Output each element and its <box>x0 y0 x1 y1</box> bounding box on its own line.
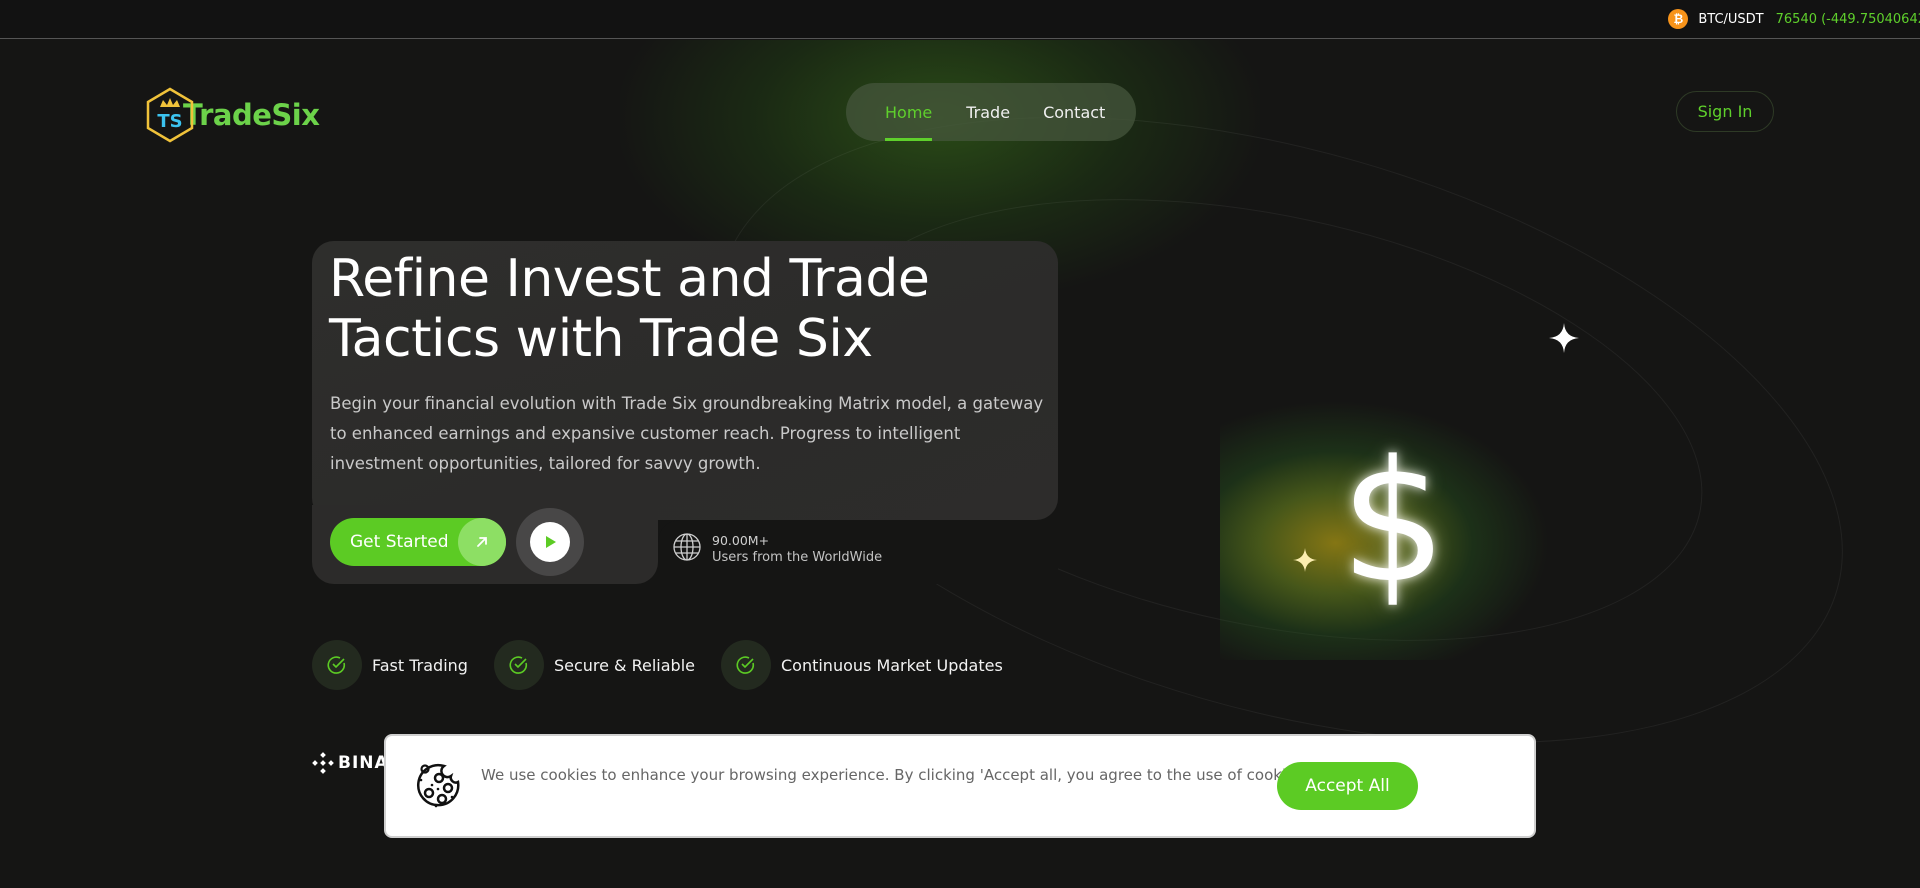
sparkle-icon <box>1548 322 1580 358</box>
partner-logo-binance: BINA <box>312 752 389 774</box>
svg-text:TS: TS <box>157 111 182 132</box>
bitcoin-icon: ₿ <box>1668 9 1689 29</box>
user-stats: 90.00M+ Users from the WorldWide <box>672 532 882 566</box>
feature-list: Fast Trading Secure & Reliable Continuou… <box>312 640 1029 690</box>
stats-label: Users from the WorldWide <box>712 550 883 565</box>
get-started-button[interactable]: Get Started <box>330 518 506 566</box>
accept-all-button[interactable]: Accept All <box>1277 762 1418 810</box>
cookie-banner: We use cookies to enhance your browsing … <box>384 734 1536 838</box>
logo-text: TradeSix <box>183 98 320 132</box>
ticker-price: 76540 (-449.75040642 <box>1775 11 1920 27</box>
logo[interactable]: TS TradeSix <box>145 87 320 143</box>
nav-trade[interactable]: Trade <box>966 83 1010 141</box>
hero-description: Begin your financial evolution with Trad… <box>330 394 1044 473</box>
nav-contact[interactable]: Contact <box>1043 83 1105 141</box>
binance-icon <box>312 752 338 774</box>
hero-title-line-1: Refine Invest and Trade <box>329 249 930 309</box>
globe-icon <box>672 532 702 566</box>
sparkle-icon <box>1292 547 1318 577</box>
check-circle-icon <box>720 640 771 690</box>
play-video-button[interactable] <box>516 508 584 576</box>
play-icon <box>530 522 570 562</box>
sign-in-button[interactable]: Sign In <box>1676 91 1774 132</box>
cookie-icon <box>412 760 464 816</box>
nav-home[interactable]: Home <box>885 83 933 141</box>
get-started-label: Get Started <box>350 532 449 552</box>
feature-label: Secure & Reliable <box>553 655 695 675</box>
arrow-up-right-icon <box>458 518 506 566</box>
price-ticker: ₿ BTC/USDT 76540 (-449.75040642 <box>0 0 1920 39</box>
logo-hexagon-icon: TS <box>145 87 195 143</box>
cookie-message: We use cookies to enhance your browsing … <box>481 766 1308 784</box>
partner-name: BINA <box>338 753 389 773</box>
feature-item: Continuous Market Updates <box>720 640 1003 690</box>
feature-item: Fast Trading <box>312 640 468 690</box>
feature-item: Secure & Reliable <box>493 640 695 690</box>
hero-title-line-2: Tactics with Trade Six <box>329 309 873 369</box>
ticker-pair: BTC/USDT <box>1698 11 1764 27</box>
feature-label: Continuous Market Updates <box>780 655 1003 675</box>
check-circle-icon <box>493 640 544 690</box>
hero-title: Refine Invest and Trade Tactics with Tra… <box>329 249 1049 369</box>
check-circle-icon <box>312 640 362 690</box>
stats-value: 90.00M+ <box>712 533 770 548</box>
feature-label: Fast Trading <box>372 655 468 675</box>
main-nav: Home Trade Contact <box>846 83 1136 141</box>
dollar-sign-icon: $ <box>1340 424 1447 620</box>
